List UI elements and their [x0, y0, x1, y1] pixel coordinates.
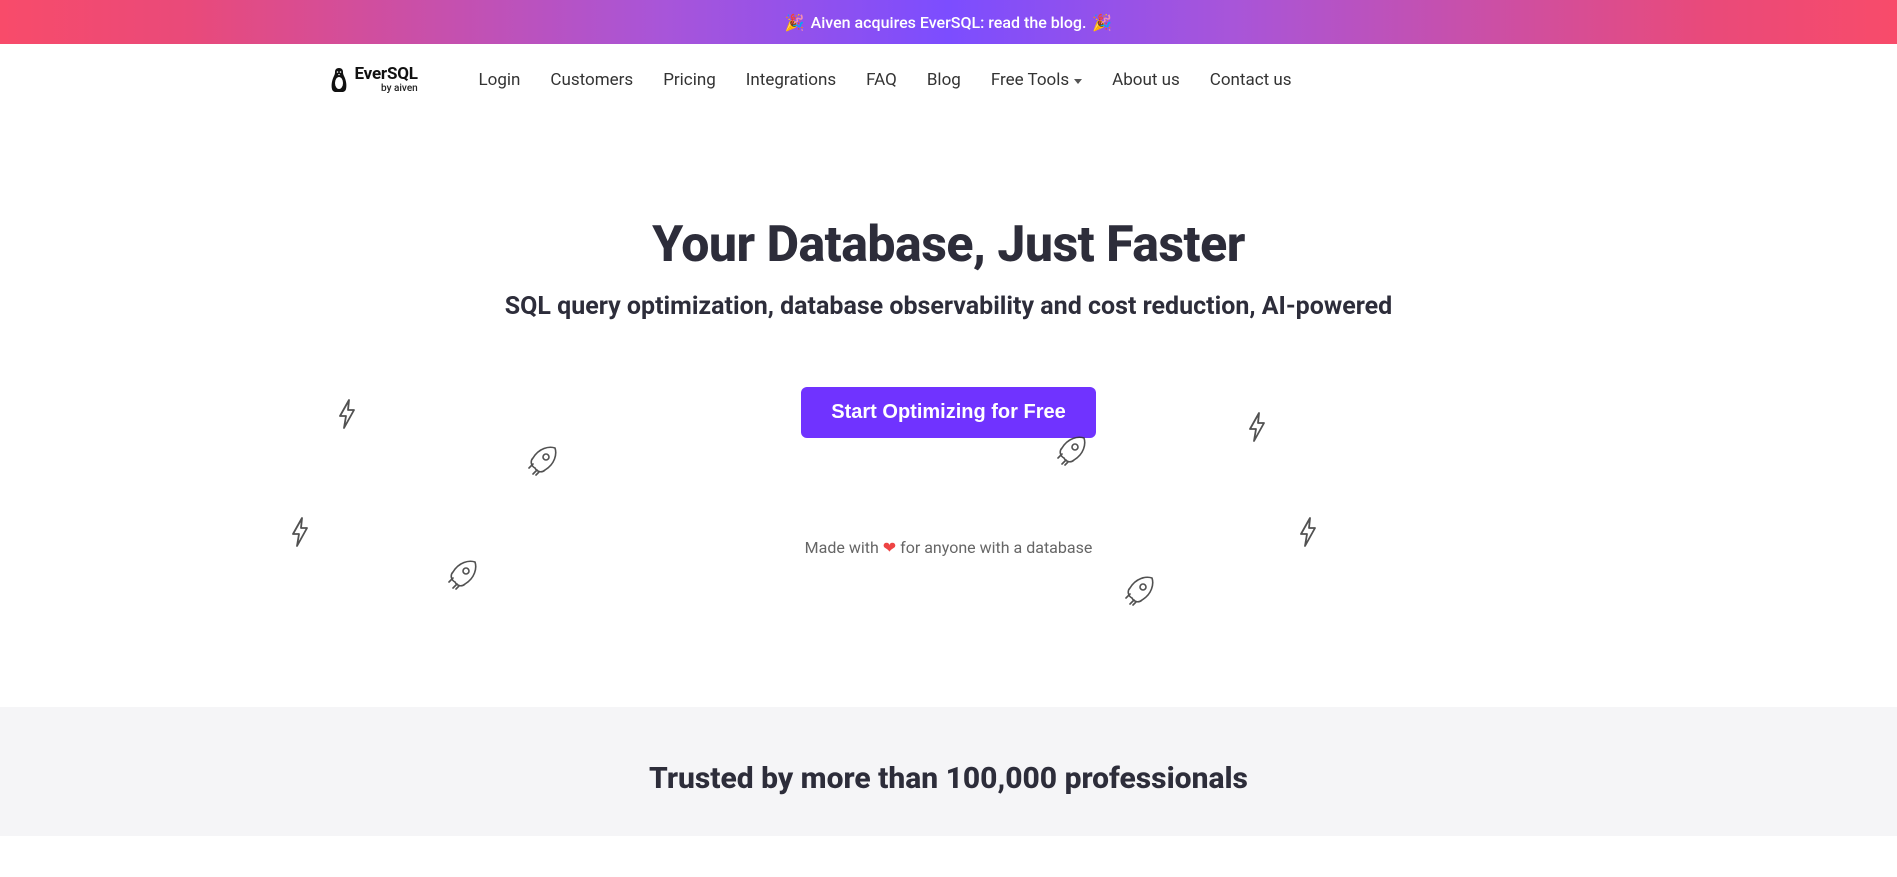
start-optimizing-button[interactable]: Start Optimizing for Free — [801, 387, 1095, 438]
logo[interactable]: EverSQL by aiven — [329, 66, 419, 94]
lightning-icon — [336, 398, 358, 430]
nav-blog[interactable]: Blog — [927, 70, 961, 90]
nav-login[interactable]: Login — [479, 70, 521, 90]
confetti-icon: 🎉 — [785, 13, 805, 32]
chevron-down-icon — [1074, 79, 1082, 84]
nav-free-tools[interactable]: Free Tools — [991, 70, 1082, 90]
logo-text: EverSQL by aiven — [355, 66, 418, 94]
confetti-icon: 🎉 — [1092, 13, 1112, 32]
lightning-icon — [289, 516, 311, 548]
trusted-title: Trusted by more than 100,000 professiona… — [0, 761, 1897, 796]
rocket-icon — [1054, 432, 1090, 468]
made-with-text: Made with ❤ for anyone with a database — [0, 538, 1897, 557]
nav-about[interactable]: About us — [1112, 70, 1180, 90]
trusted-section: Trusted by more than 100,000 professiona… — [0, 707, 1897, 836]
heart-icon: ❤ — [883, 538, 896, 557]
nav-customers[interactable]: Customers — [550, 70, 633, 90]
lightning-icon — [1297, 516, 1319, 548]
nav-integrations[interactable]: Integrations — [746, 70, 836, 90]
rocket-icon — [445, 556, 481, 592]
penguin-icon — [329, 67, 349, 93]
nav-contact[interactable]: Contact us — [1210, 70, 1292, 90]
nav-links: Login Customers Pricing Integrations FAQ… — [479, 70, 1292, 90]
navbar: EverSQL by aiven Login Customers Pricing… — [329, 44, 1569, 116]
nav-pricing[interactable]: Pricing — [663, 70, 716, 90]
announcement-text: Aiven acquires EverSQL: read the blog. — [811, 13, 1087, 32]
rocket-icon — [1122, 572, 1158, 608]
lightning-icon — [1246, 411, 1268, 443]
hero-section: Your Database, Just Faster SQL query opt… — [0, 116, 1897, 707]
hero-subtitle: SQL query optimization, database observa… — [0, 292, 1897, 321]
announcement-bar[interactable]: 🎉 Aiven acquires EverSQL: read the blog.… — [0, 0, 1897, 44]
hero-title: Your Database, Just Faster — [0, 216, 1897, 274]
rocket-icon — [525, 442, 561, 478]
nav-faq[interactable]: FAQ — [866, 70, 897, 90]
